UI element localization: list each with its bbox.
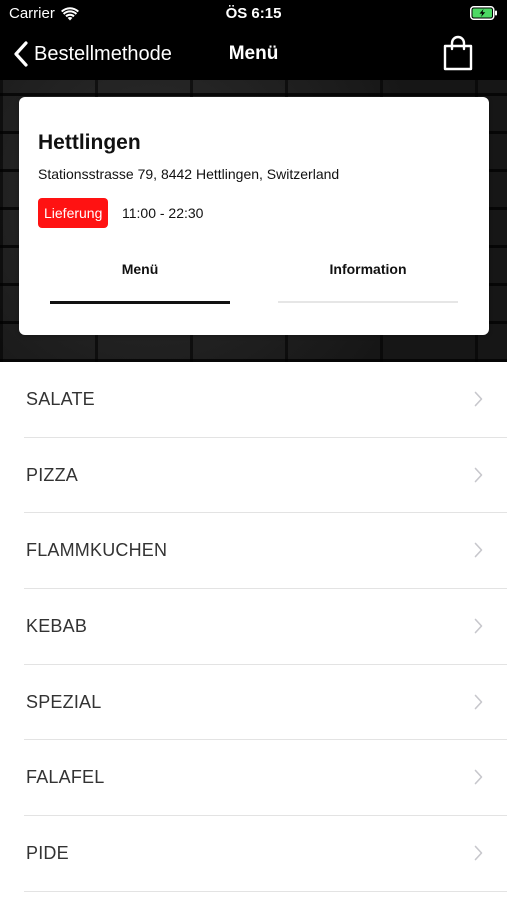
store-card: Hettlingen Stationsstrasse 79, 8442 Hett… [19, 97, 489, 335]
shopping-bag-icon [443, 35, 473, 71]
category-label: PIZZA [26, 464, 79, 485]
page-title: Menü [228, 43, 279, 64]
tab-indicator-active [50, 301, 230, 304]
category-label: FLAMMKUCHEN [26, 540, 168, 561]
chevron-right-icon [474, 543, 483, 558]
category-row-pizza[interactable]: PIZZA [0, 438, 507, 514]
category-row-pide[interactable]: PIDE [0, 816, 507, 892]
category-row-flammkuchen[interactable]: FLAMMKUCHEN [0, 513, 507, 589]
category-label: FALAFEL [26, 767, 105, 788]
delivery-badge: Lieferung [38, 198, 109, 228]
tab-information[interactable]: Information [278, 247, 458, 307]
tab-label: Information [329, 261, 407, 277]
chevron-right-icon [474, 770, 483, 785]
cart-button[interactable] [443, 35, 473, 71]
opening-hours: 11:00 - 22:30 [122, 205, 204, 221]
status-bar: Carrier ÖS 6:15 [0, 0, 507, 28]
chevron-right-icon [474, 618, 483, 634]
status-time: ÖS 6:15 [225, 5, 282, 22]
category-list: SALATE PIZZA FLAMMKUCHEN KEBAB SPEZIAL F… [0, 362, 507, 892]
battery-icon [470, 6, 497, 20]
store-address: Stationsstrasse 79, 8442 Hettlingen, Swi… [38, 166, 340, 182]
store-name: Hettlingen [38, 131, 141, 154]
nav-bar: Bestellmethode Menü [0, 28, 507, 80]
chevron-right-icon [474, 467, 483, 482]
category-row-kebab[interactable]: KEBAB [0, 589, 507, 665]
category-row-spezial[interactable]: SPEZIAL [0, 665, 507, 741]
category-label: SALATE [26, 389, 95, 409]
category-row-salate[interactable]: SALATE [0, 362, 507, 438]
category-row-falafel[interactable]: FALAFEL [0, 740, 507, 816]
category-label: SPEZIAL [26, 691, 102, 712]
chevron-right-icon [474, 845, 483, 861]
chevron-right-icon [474, 391, 483, 407]
app-screen: Carrier ÖS 6:15 Bestellmethode Menü Hett… [0, 0, 507, 900]
tab-label: Menü [121, 261, 159, 277]
category-label: PIDE [26, 843, 69, 864]
chevron-right-icon [474, 694, 483, 710]
category-label: KEBAB [26, 616, 88, 637]
tab-menu[interactable]: Menü [50, 247, 230, 307]
tab-indicator-inactive [278, 301, 458, 303]
